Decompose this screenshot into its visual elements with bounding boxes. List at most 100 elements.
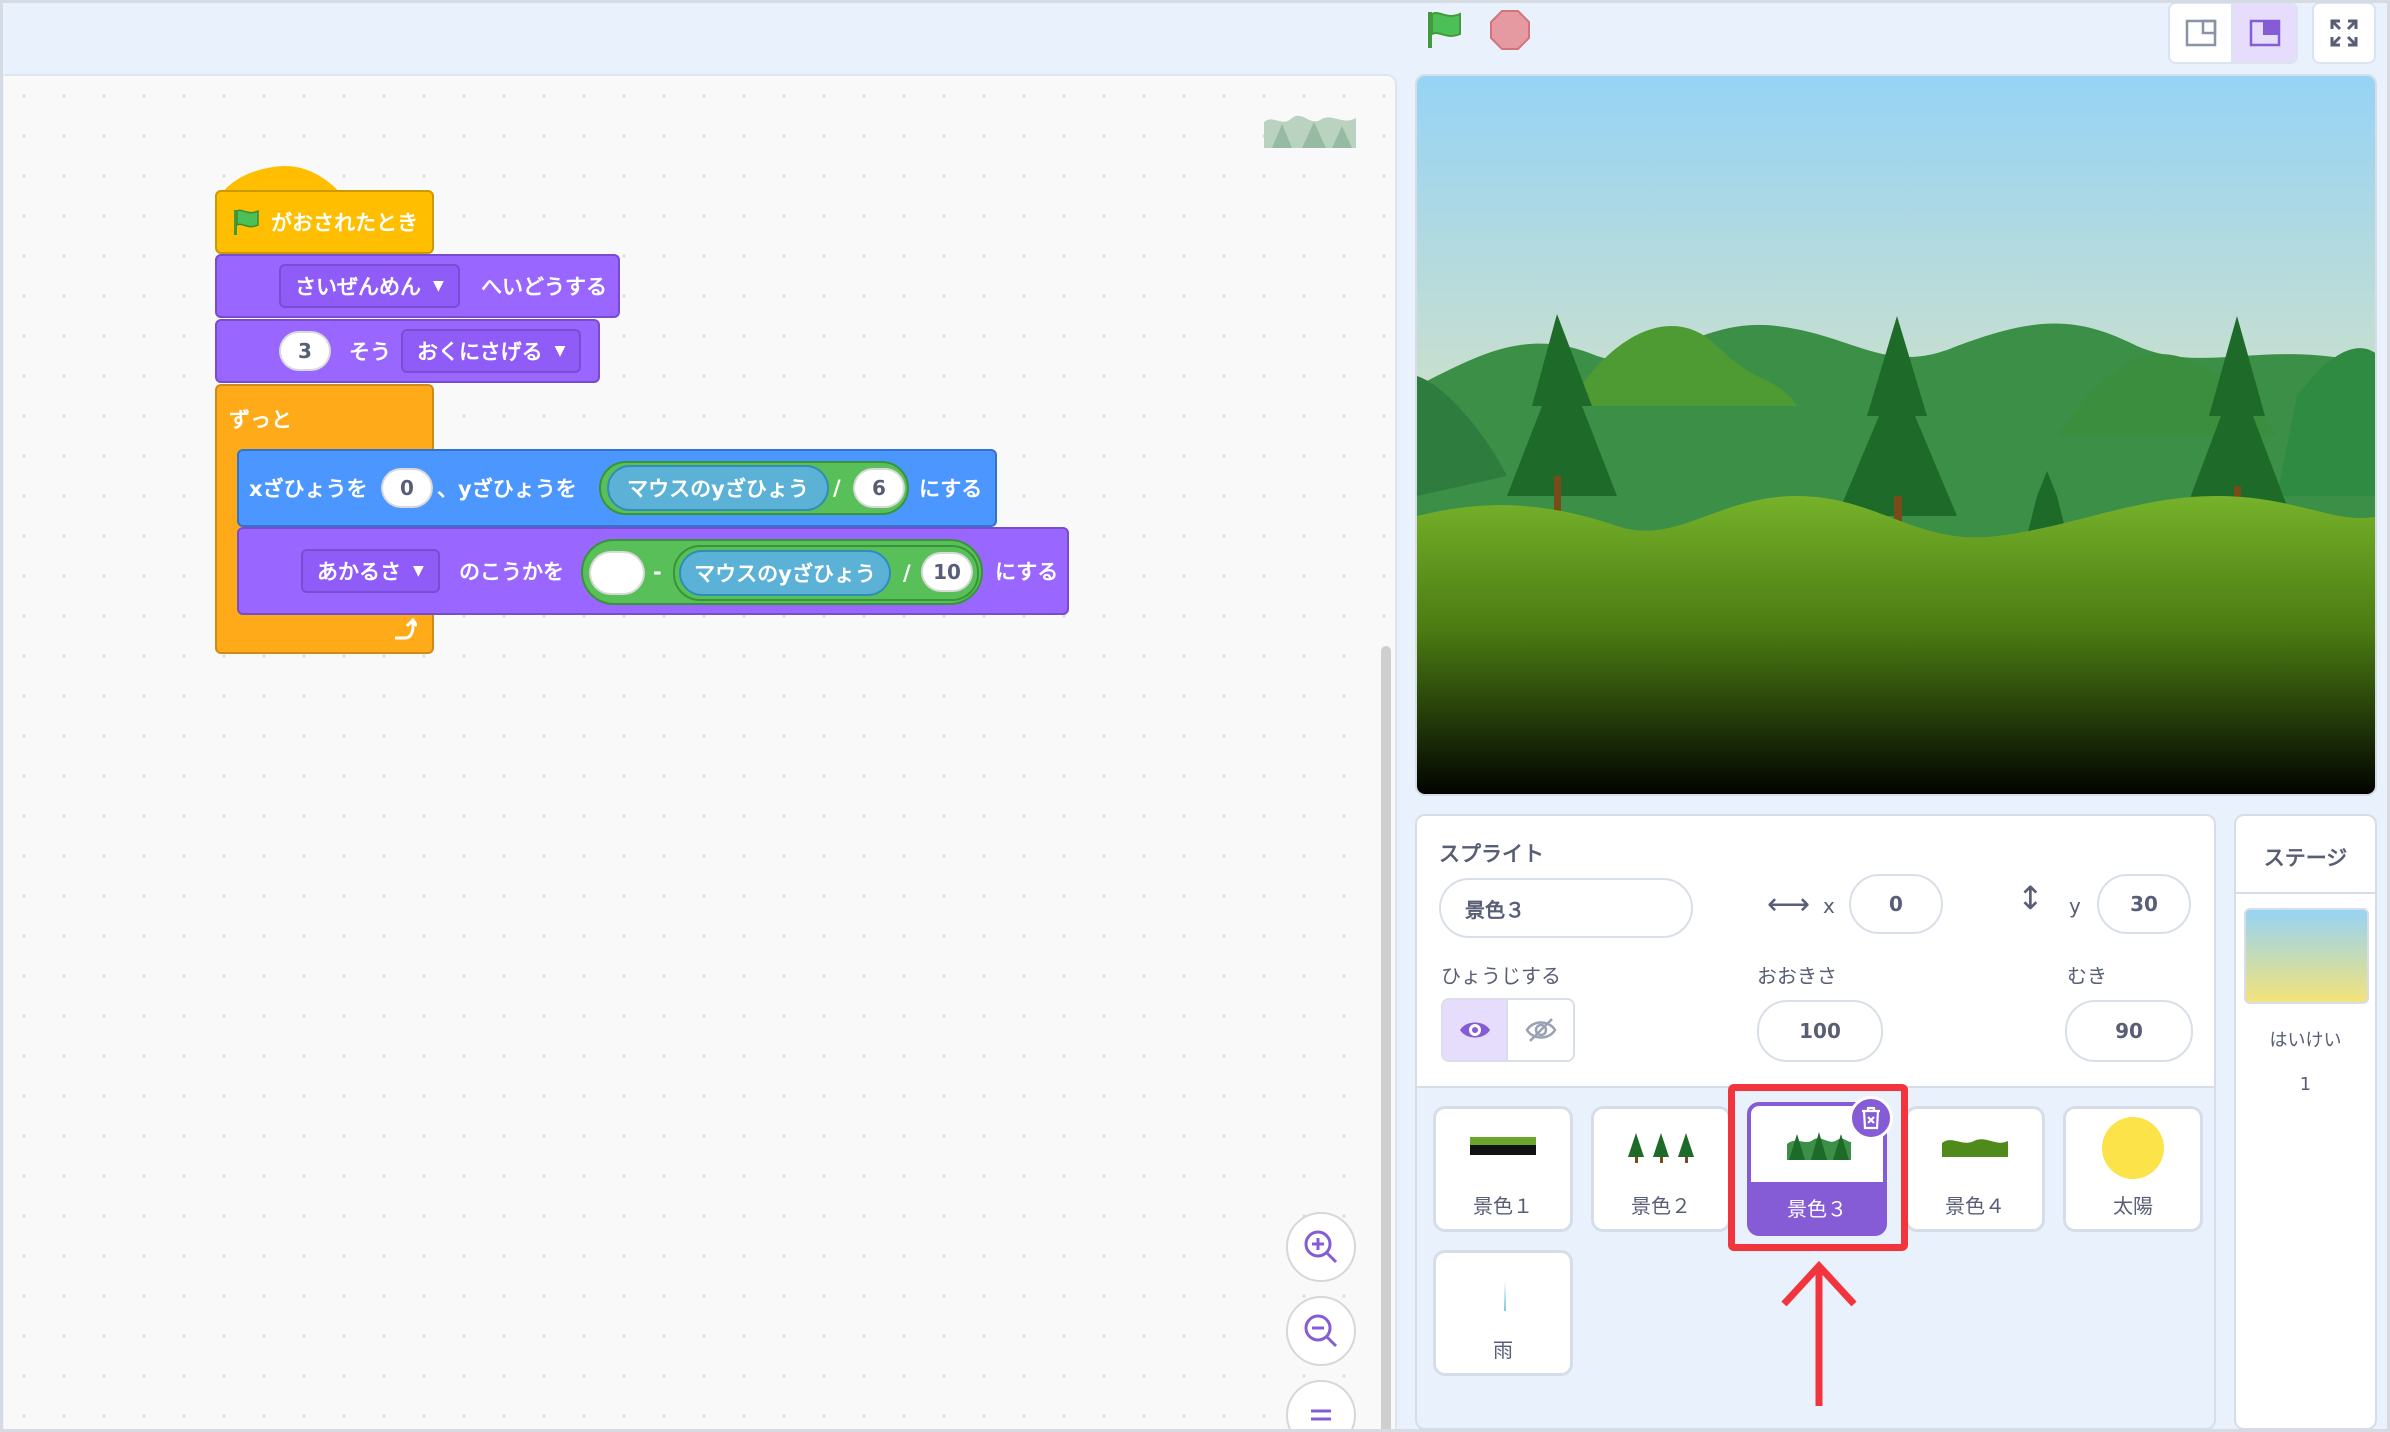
green-flag-icon bbox=[234, 209, 259, 235]
show-visible-button[interactable] bbox=[1443, 1000, 1509, 1060]
sprite-name: 景色１ bbox=[1473, 1194, 1533, 1218]
stop-icon[interactable] bbox=[1488, 8, 1532, 52]
sprite-thumbnail bbox=[1942, 1139, 2008, 1157]
show-label: ひょうじする bbox=[1441, 964, 1561, 988]
sprite-name: 景色４ bbox=[1945, 1194, 2005, 1218]
loop-arrow-icon bbox=[395, 618, 417, 640]
layer-direction-dropdown[interactable]: おくにさげる ▼ bbox=[401, 329, 582, 373]
go-to-layer-suffix: へいどうする bbox=[481, 275, 607, 299]
x-field[interactable]: 0 bbox=[1849, 874, 1943, 934]
stage-title: ステージ bbox=[2263, 846, 2348, 870]
size-value: 100 bbox=[1799, 1019, 1841, 1043]
zoom-reset-button[interactable] bbox=[1286, 1380, 1356, 1430]
divide-operator[interactable]: マウスのyざひょう / 10 bbox=[673, 545, 979, 601]
backdrop-label: はいけい bbox=[2269, 1030, 2342, 1051]
sprite-name-field[interactable]: 景色３ bbox=[1439, 878, 1693, 938]
effect-dropdown-value: あかるさ bbox=[317, 560, 401, 584]
divide-value: 10 bbox=[933, 560, 961, 584]
layer-dropdown[interactable]: さいぜんめん ▼ bbox=[279, 264, 460, 308]
show-hidden-button[interactable] bbox=[1508, 1000, 1573, 1060]
code-workspace[interactable]: がおされたとき さいぜんめん ▼ へいどうする 3 そう おくにさげる ▼ ずっ… bbox=[4, 74, 1397, 1430]
divide-value: 6 bbox=[872, 476, 886, 500]
stage-header-divider bbox=[2236, 892, 2375, 894]
divide-operator[interactable]: マウスのyざひょう / 6 bbox=[599, 461, 909, 515]
normal-stage-icon[interactable] bbox=[2233, 4, 2296, 62]
x-arrow-icon: ⟷ bbox=[1767, 887, 1811, 922]
zoom-out-button[interactable] bbox=[1286, 1296, 1356, 1366]
sprite-name: 雨 bbox=[1493, 1338, 1513, 1362]
stage-size-toggle bbox=[2168, 2, 2298, 64]
when-flag-clicked-block[interactable]: がおされたとき bbox=[215, 190, 434, 254]
divide-sign: / bbox=[833, 476, 841, 500]
mouse-y-reporter[interactable]: マウスのyざひょう bbox=[607, 465, 829, 511]
fullscreen-icon[interactable] bbox=[2312, 2, 2376, 64]
equals-icon bbox=[1311, 1409, 1331, 1421]
sprite-thumbnail bbox=[1470, 1137, 1536, 1155]
layers-count-input[interactable]: 3 bbox=[279, 331, 331, 371]
small-stage-icon[interactable] bbox=[2170, 4, 2233, 62]
sprite-tile[interactable]: 雨 bbox=[1433, 1250, 1573, 1376]
y-value: 30 bbox=[2130, 892, 2158, 916]
eye-slash-icon bbox=[1525, 1018, 1556, 1042]
y-arrow-icon: ↕ bbox=[2017, 879, 2044, 917]
go-to-xy-block[interactable]: xざひょうを 0 、yざひょうを マウスのyざひょう / 6 にする bbox=[237, 449, 997, 527]
layers-count-value: 3 bbox=[298, 339, 312, 363]
workspace-scrollbar[interactable] bbox=[1381, 646, 1391, 1430]
green-flag-icon[interactable] bbox=[1422, 8, 1466, 52]
mouse-y-reporter[interactable]: マウスのyざひょう bbox=[679, 550, 891, 596]
sprite-tile[interactable]: 景色１ bbox=[1433, 1106, 1573, 1232]
eye-icon bbox=[1459, 1022, 1490, 1038]
x-label: x bbox=[1823, 894, 1835, 918]
sprite-info: スプライト 景色３ ⟷ x 0 ↕ y 30 ひょうじする おおきさ 100 む… bbox=[1417, 816, 2214, 1088]
highlight-box bbox=[1728, 1084, 1908, 1251]
sprite-tile[interactable]: 景色２ bbox=[1591, 1106, 1731, 1232]
stage-scene bbox=[1417, 76, 2375, 794]
hat-label: がおされたとき bbox=[271, 211, 418, 235]
backdrop-thumbnail[interactable] bbox=[2244, 908, 2369, 1004]
minus-left-input[interactable] bbox=[589, 551, 645, 595]
x-value: 0 bbox=[400, 476, 414, 500]
stage-canvas[interactable] bbox=[1415, 74, 2377, 796]
minus-operator[interactable]: - マウスのyざひょう / 10 bbox=[581, 539, 983, 605]
set-x-label: xざひょうを bbox=[249, 477, 368, 501]
x-value-input[interactable]: 0 bbox=[381, 468, 433, 508]
effect-dropdown[interactable]: あかるさ ▼ bbox=[301, 549, 440, 593]
set-effect-block[interactable]: あかるさ ▼ のこうかを - マウスのyざひょう / 10 にする bbox=[237, 527, 1069, 615]
x-value: 0 bbox=[1889, 892, 1903, 916]
mouse-y-label: マウスのyざひょう bbox=[627, 477, 809, 501]
up-arrow-annotation bbox=[1781, 1260, 1857, 1406]
set-effect-suffix: にする bbox=[995, 560, 1059, 584]
menu-bar bbox=[0, 0, 2390, 72]
sprite-tile[interactable]: 太陽 bbox=[2063, 1106, 2203, 1232]
chevron-down-icon: ▼ bbox=[413, 563, 424, 579]
divide-value-input[interactable]: 6 bbox=[853, 468, 905, 508]
sun-thumbnail bbox=[2102, 1117, 2164, 1179]
sprite-name: 太陽 bbox=[2113, 1194, 2153, 1218]
sprite-tile[interactable]: 景色４ bbox=[1905, 1106, 2045, 1232]
size-label: おおきさ bbox=[1757, 964, 1837, 988]
sprite-title: スプライト bbox=[1439, 842, 1544, 866]
mouse-y-label: マウスのyざひょう bbox=[694, 562, 876, 586]
layer-dropdown-value: さいぜんめん bbox=[295, 275, 421, 299]
y-label: y bbox=[2069, 894, 2081, 918]
sprite-name-value: 景色３ bbox=[1465, 897, 1525, 922]
stage-selector[interactable]: ステージ はいけい 1 bbox=[2234, 814, 2377, 1430]
y-field[interactable]: 30 bbox=[2097, 874, 2191, 934]
size-field[interactable]: 100 bbox=[1757, 1000, 1883, 1062]
show-toggle bbox=[1441, 998, 1575, 1062]
go-to-layer-block[interactable]: さいぜんめん ▼ へいどうする bbox=[215, 254, 620, 318]
set-y-label: 、yざひょうを bbox=[437, 477, 577, 501]
backdrop-count: 1 bbox=[2299, 1074, 2312, 1095]
effect-mid-label: のこうかを bbox=[459, 560, 564, 584]
direction-field[interactable]: 90 bbox=[2065, 1000, 2193, 1062]
sprite-name: 景色２ bbox=[1631, 1194, 1691, 1218]
direction-value: 90 bbox=[2115, 1019, 2143, 1043]
forever-label: ずっと bbox=[229, 408, 292, 432]
divide-sign: / bbox=[903, 561, 911, 585]
go-backward-layers-block[interactable]: 3 そう おくにさげる ▼ bbox=[215, 319, 600, 383]
divide-value-input[interactable]: 10 bbox=[921, 552, 973, 592]
layers-mid-label: そう bbox=[349, 340, 391, 364]
chevron-down-icon: ▼ bbox=[554, 343, 566, 359]
direction-label: むき bbox=[2067, 964, 2107, 988]
zoom-in-button[interactable] bbox=[1286, 1212, 1356, 1282]
